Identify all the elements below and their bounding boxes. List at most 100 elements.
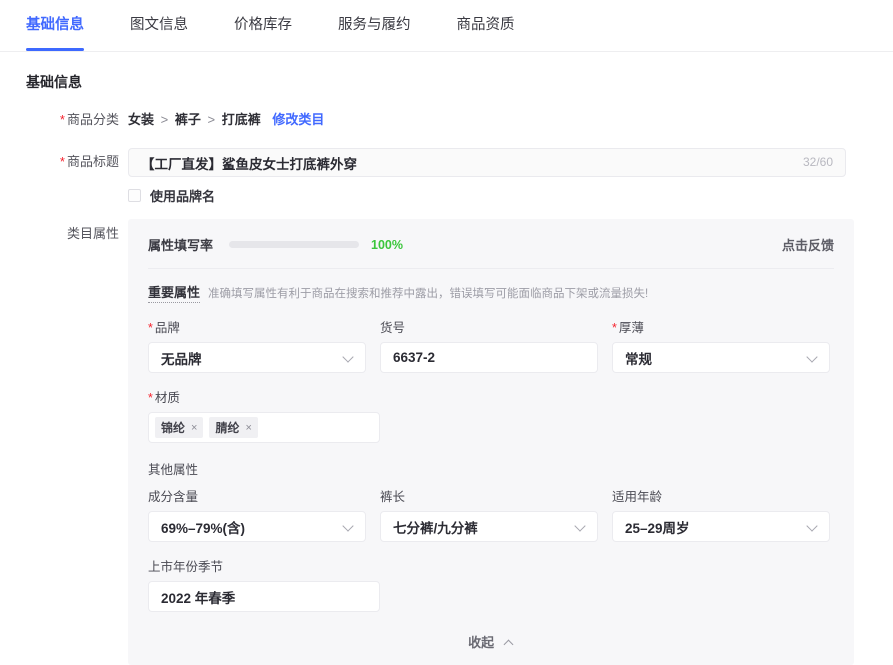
product-title-value: 【工厂直发】鲨鱼皮女士打底裤外穿 xyxy=(129,153,357,173)
material-tag-label: 锦纶 xyxy=(161,419,185,436)
category-level-3: 打底裤 xyxy=(222,112,261,127)
product-edit-page: 基础信息 图文信息 价格库存 服务与履约 商品资质 基础信息 *商品分类 女装 … xyxy=(0,0,893,634)
attribute-cell-season: 上市年份季节 2022 年春季 xyxy=(148,556,834,612)
tab-label: 基础信息 xyxy=(26,0,84,51)
fill-rate-block: 属性填写率 100% xyxy=(148,235,834,254)
tab-bar: 基础信息 图文信息 价格库存 服务与履约 商品资质 xyxy=(0,0,893,52)
tab-media-info[interactable]: 图文信息 xyxy=(130,0,188,51)
breadcrumb-separator: > xyxy=(208,112,216,127)
required-asterisk: * xyxy=(612,321,617,335)
season-value: 2022 年春季 xyxy=(161,587,369,607)
field-row-title: *商品标题 【工厂直发】鲨鱼皮女士打底裤外穿 32/60 使用品牌名 xyxy=(0,148,893,205)
label-text: 厚薄 xyxy=(619,321,644,335)
attribute-label-age-range: 适用年龄 xyxy=(612,486,830,505)
attribute-label-article-number: 货号 xyxy=(380,317,598,336)
important-attributes-header: 重要属性 准确填写属性有利于商品在搜索和推荐中露出，错误填写可能面临商品下架或流… xyxy=(148,282,834,303)
label-text: 适用年龄 xyxy=(612,490,662,504)
required-asterisk: * xyxy=(148,391,153,405)
chevron-down-icon xyxy=(808,521,819,532)
use-brand-name-checkbox[interactable] xyxy=(128,189,141,202)
attribute-cell-thickness: *厚薄 常规 xyxy=(612,317,830,373)
chevron-up-icon xyxy=(505,639,514,648)
material-tag-label: 腈纶 xyxy=(215,419,239,436)
important-attributes-title: 重要属性 xyxy=(148,282,200,303)
character-counter: 32/60 xyxy=(803,149,833,176)
brand-select-value: 无品牌 xyxy=(161,348,338,368)
chevron-down-icon xyxy=(344,521,355,532)
attribute-cell-composition: 成分含量 69%–79%(含) xyxy=(148,486,366,542)
season-input[interactable]: 2022 年春季 xyxy=(148,581,380,612)
category-breadcrumb: 女装 > 裤子 > 打底裤 修改类目 xyxy=(128,106,893,134)
age-range-select[interactable]: 25–29周岁 xyxy=(612,511,830,542)
label-text: 商品标题 xyxy=(67,154,119,169)
attribute-label-thickness: *厚薄 xyxy=(612,317,830,336)
article-number-input[interactable]: 6637-2 xyxy=(380,342,598,373)
field-row-category: *商品分类 女装 > 裤子 > 打底裤 修改类目 xyxy=(0,106,893,134)
chevron-down-icon xyxy=(808,352,819,363)
category-level-1: 女装 xyxy=(128,112,154,127)
field-row-category-attributes: 类目属性 属性填写率 100% 点击反馈 xyxy=(0,219,893,665)
attribute-cell-brand: *品牌 无品牌 xyxy=(148,317,366,373)
important-attributes-grid: *品牌 无品牌 货号 xyxy=(148,317,834,373)
edit-category-link[interactable]: 修改类目 xyxy=(272,112,324,127)
fill-rate-progress-track xyxy=(229,241,359,248)
category-level-2: 裤子 xyxy=(175,112,201,127)
chevron-down-icon xyxy=(344,352,355,363)
attribute-panel: 属性填写率 100% 点击反馈 重要属性 准确填写属性有利于商品在搜索和推荐中露… xyxy=(128,219,854,665)
tab-service-fulfillment[interactable]: 服务与履约 xyxy=(338,0,411,51)
other-attributes-grid: 成分含量 69%–79%(含) 裤长 xyxy=(148,486,834,542)
age-range-select-value: 25–29周岁 xyxy=(625,517,802,537)
other-attributes-title: 其他属性 xyxy=(148,459,834,478)
brand-select[interactable]: 无品牌 xyxy=(148,342,366,373)
pants-length-select[interactable]: 七分裤/九分裤 xyxy=(380,511,598,542)
required-asterisk: * xyxy=(148,321,153,335)
product-title-input[interactable]: 【工厂直发】鲨鱼皮女士打底裤外穿 32/60 xyxy=(128,148,846,177)
label-text: 商品分类 xyxy=(67,112,119,127)
tab-price-stock[interactable]: 价格库存 xyxy=(234,0,292,51)
article-number-value: 6637-2 xyxy=(393,350,587,365)
material-tag: 锦纶 × xyxy=(155,417,203,438)
tab-label: 服务与履约 xyxy=(338,0,411,51)
remove-tag-icon[interactable]: × xyxy=(245,422,251,434)
attribute-cell-pants-length: 裤长 七分裤/九分裤 xyxy=(380,486,598,542)
thickness-select-value: 常规 xyxy=(625,348,802,368)
use-brand-name-row: 使用品牌名 xyxy=(128,186,893,205)
basic-info-form: *商品分类 女装 > 裤子 > 打底裤 修改类目 *商品标题 【工厂直发】 xyxy=(0,92,893,665)
label-text: 成分含量 xyxy=(148,490,198,504)
feedback-link[interactable]: 点击反馈 xyxy=(782,235,834,254)
tab-label: 商品资质 xyxy=(457,0,515,51)
label-text: 裤长 xyxy=(380,490,405,504)
breadcrumb-separator: > xyxy=(161,112,169,127)
field-label-title: *商品标题 xyxy=(0,148,128,176)
label-text: 品牌 xyxy=(155,321,180,335)
thickness-select[interactable]: 常规 xyxy=(612,342,830,373)
field-label-category-attributes: 类目属性 xyxy=(0,219,128,249)
required-asterisk: * xyxy=(60,112,65,127)
use-brand-name-label[interactable]: 使用品牌名 xyxy=(150,186,215,205)
remove-tag-icon[interactable]: × xyxy=(191,422,197,434)
tab-label: 图文信息 xyxy=(130,0,188,51)
label-text: 类目属性 xyxy=(67,226,119,241)
attribute-cell-age-range: 适用年龄 25–29周岁 xyxy=(612,486,830,542)
important-attributes-hint: 准确填写属性有利于商品在搜索和推荐中露出，错误填写可能面临商品下架或流量损失! xyxy=(208,285,648,301)
composition-select-value: 69%–79%(含) xyxy=(161,517,338,537)
chevron-down-icon xyxy=(576,521,587,532)
tab-basic-info[interactable]: 基础信息 xyxy=(26,0,84,51)
tab-product-qualification[interactable]: 商品资质 xyxy=(457,0,515,51)
required-asterisk: * xyxy=(60,154,65,169)
section-title: 基础信息 xyxy=(0,52,893,92)
collapse-button[interactable]: 收起 xyxy=(148,632,834,651)
fill-rate-label: 属性填写率 xyxy=(148,235,213,254)
label-text: 材质 xyxy=(155,391,180,405)
collapse-label: 收起 xyxy=(468,635,494,650)
material-tag-input[interactable]: 锦纶 × 腈纶 × xyxy=(148,412,380,443)
material-tag: 腈纶 × xyxy=(209,417,257,438)
composition-select[interactable]: 69%–79%(含) xyxy=(148,511,366,542)
attribute-label-season: 上市年份季节 xyxy=(148,556,834,575)
attribute-cell-article-number: 货号 6637-2 xyxy=(380,317,598,373)
tab-label: 价格库存 xyxy=(234,0,292,51)
attribute-label-composition: 成分含量 xyxy=(148,486,366,505)
attribute-label-brand: *品牌 xyxy=(148,317,366,336)
attribute-label-pants-length: 裤长 xyxy=(380,486,598,505)
pants-length-select-value: 七分裤/九分裤 xyxy=(393,517,570,537)
